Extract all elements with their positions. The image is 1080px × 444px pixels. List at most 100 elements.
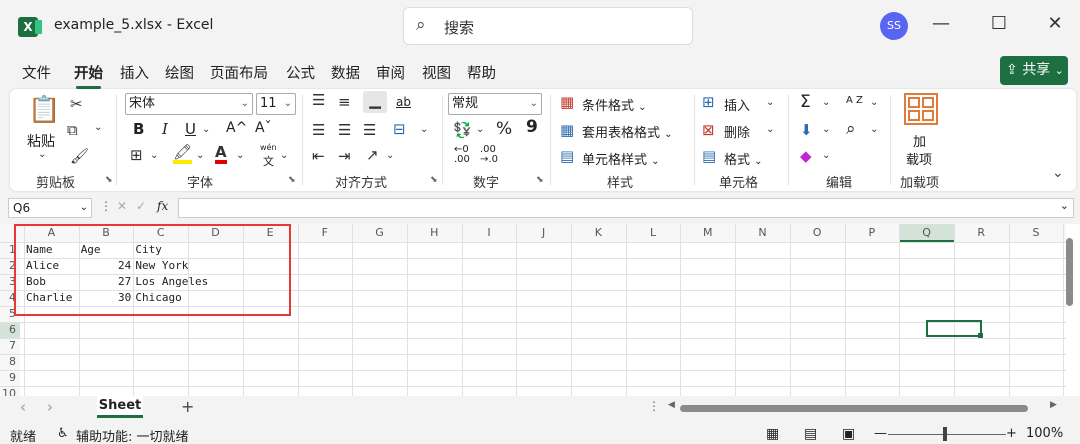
copy-dropdown-icon[interactable]: ⌄ xyxy=(94,122,102,133)
autosum-button[interactable]: Σ xyxy=(800,92,811,112)
format-cells-icon[interactable]: ▤ xyxy=(702,147,716,165)
sheet-tab[interactable]: Sheet xyxy=(97,396,143,418)
addins-button-line1[interactable]: 加 xyxy=(913,131,926,150)
align-left-icon[interactable]: ☰ xyxy=(312,121,325,139)
column-header-g[interactable]: G xyxy=(370,226,390,239)
increase-indent-icon[interactable]: ⇥ xyxy=(338,147,351,165)
cell-styles-icon[interactable]: ▤ xyxy=(560,147,574,165)
tab-formulas[interactable]: 公式 xyxy=(286,62,315,83)
underline-button[interactable]: U xyxy=(185,120,196,138)
paste-button[interactable]: 粘贴 xyxy=(27,131,55,151)
tab-data[interactable]: 数据 xyxy=(331,62,360,83)
copy-icon[interactable]: ⧉ xyxy=(67,121,78,139)
formula-input[interactable]: ⌄ xyxy=(178,198,1074,218)
border-icon[interactable]: ⊞ xyxy=(130,146,143,164)
tab-page-layout[interactable]: 页面布局 xyxy=(210,62,268,83)
orientation-icon[interactable]: ↗ xyxy=(366,146,379,164)
align-bottom-icon[interactable]: ▁ xyxy=(363,91,387,113)
delete-dropdown-icon[interactable]: ⌄ xyxy=(766,124,774,135)
normal-view-icon[interactable]: ▦ xyxy=(766,426,779,442)
row-header-10[interactable]: 10 xyxy=(2,387,16,396)
insert-cells-button[interactable]: 插入 xyxy=(724,95,750,114)
close-button[interactable]: ✕ xyxy=(1040,13,1070,34)
cancel-icon[interactable]: ✕ xyxy=(117,199,127,213)
wrap-text-button[interactable]: ab xyxy=(396,95,411,109)
fill-color-icon[interactable]: 🖍 xyxy=(173,145,193,164)
tab-view[interactable]: 视图 xyxy=(422,62,451,83)
chevron-down-icon[interactable]: ⌄ xyxy=(1052,165,1064,181)
align-top-icon[interactable]: ☰ xyxy=(312,91,325,109)
cut-icon[interactable]: ✂ xyxy=(70,95,83,113)
format-as-table-button[interactable]: 套用表格格式 ⌄ xyxy=(582,122,673,141)
accessibility-status[interactable]: 辅助功能: 一切就绪 xyxy=(76,426,189,444)
column-header-j[interactable]: J xyxy=(534,226,554,239)
bold-button[interactable]: B xyxy=(133,120,144,138)
horizontal-scroll-thumb[interactable] xyxy=(680,405,1028,412)
column-header-f[interactable]: F xyxy=(315,226,335,239)
merge-center-icon[interactable]: ⊟ xyxy=(393,120,406,138)
clear-icon[interactable]: ◆ xyxy=(800,147,812,165)
more-icon[interactable]: ⋮ xyxy=(648,399,660,413)
merge-dropdown-icon[interactable]: ⌄ xyxy=(420,124,428,135)
column-header-p[interactable]: P xyxy=(862,226,882,239)
find-select-button[interactable]: ⌕ xyxy=(846,119,856,139)
border-dropdown-icon[interactable]: ⌄ xyxy=(150,150,158,161)
row-header-8[interactable]: 8 xyxy=(2,355,16,368)
decrease-decimal-button[interactable]: .00 →.0 xyxy=(480,145,498,165)
currency-dropdown-icon[interactable]: ⌄ xyxy=(476,124,484,135)
insert-function-button[interactable]: fx xyxy=(157,199,168,213)
decrease-indent-icon[interactable]: ⇤ xyxy=(312,147,325,165)
addins-icon[interactable] xyxy=(904,93,938,125)
decrease-font-button[interactable]: Aˇ xyxy=(255,120,272,136)
column-header-k[interactable]: K xyxy=(588,226,608,239)
enter-icon[interactable]: ✓ xyxy=(136,199,146,213)
fill-icon[interactable]: ⬇ xyxy=(800,121,813,139)
conditional-format-icon[interactable]: ▦ xyxy=(560,93,574,111)
increase-font-button[interactable]: A^ xyxy=(226,120,247,136)
column-header-l[interactable]: L xyxy=(643,226,663,239)
insert-dropdown-icon[interactable]: ⌄ xyxy=(766,97,774,108)
number-format-select[interactable]: 常规 ⌄ xyxy=(448,93,542,115)
sheet-prev-button[interactable]: ‹ xyxy=(20,398,26,416)
format-as-table-icon[interactable]: ▦ xyxy=(560,121,574,139)
align-middle-icon[interactable]: ≡ xyxy=(338,93,351,111)
accessibility-icon[interactable]: ♿ xyxy=(57,426,69,441)
format-painter-icon[interactable]: 🖌 xyxy=(70,147,89,165)
maximize-button[interactable]: ☐ xyxy=(984,13,1014,34)
underline-dropdown-icon[interactable]: ⌄ xyxy=(202,124,210,135)
tab-review[interactable]: 审阅 xyxy=(376,62,405,83)
column-header-s[interactable]: S xyxy=(1026,226,1046,239)
zoom-slider[interactable] xyxy=(888,434,1006,435)
share-button[interactable]: ⇪ 共享 ⌄ xyxy=(1000,56,1068,85)
zoom-in-button[interactable]: + xyxy=(1006,426,1017,441)
minimize-button[interactable]: — xyxy=(926,13,956,34)
scroll-left-icon[interactable]: ◀ xyxy=(668,400,675,410)
page-layout-view-icon[interactable]: ▤ xyxy=(804,426,817,442)
column-header-o[interactable]: O xyxy=(807,226,827,239)
column-header-r[interactable]: R xyxy=(971,226,991,239)
font-size-select[interactable]: 11 ⌄ xyxy=(256,93,296,115)
fill-dropdown-icon[interactable]: ⌄ xyxy=(822,124,830,135)
column-header-q[interactable]: Q xyxy=(917,226,937,239)
orientation-dropdown-icon[interactable]: ⌄ xyxy=(386,150,394,161)
alignment-launcher-icon[interactable]: ⬊ xyxy=(430,175,438,185)
clipboard-launcher-icon[interactable]: ⬊ xyxy=(105,175,113,185)
column-header-m[interactable]: M xyxy=(698,226,718,239)
cell-styles-button[interactable]: 单元格样式 ⌄ xyxy=(582,149,660,168)
vertical-scrollbar[interactable] xyxy=(1066,234,1073,394)
align-right-icon[interactable]: ☰ xyxy=(363,121,376,139)
row-header-9[interactable]: 9 xyxy=(2,371,16,384)
format-cells-button[interactable]: 格式 ⌄ xyxy=(724,149,763,168)
paste-icon[interactable]: 📋 xyxy=(28,95,60,125)
row-header-7[interactable]: 7 xyxy=(2,339,16,352)
italic-button[interactable]: I xyxy=(162,120,168,138)
conditional-format-button[interactable]: 条件格式 ⌄ xyxy=(582,95,647,114)
vertical-scroll-thumb[interactable] xyxy=(1066,238,1073,306)
delete-cells-icon[interactable]: ⊠ xyxy=(702,121,715,139)
page-break-view-icon[interactable]: ▣ xyxy=(842,426,855,442)
zoom-out-button[interactable]: — xyxy=(874,426,887,441)
name-box[interactable]: Q6 ⌄ xyxy=(8,198,92,218)
tab-draw[interactable]: 绘图 xyxy=(165,62,194,83)
worksheet-grid[interactable]: A B C D E F G H I J K L M N O P Q R S 1 2 3 4 5 6 7 8 9 10 Name Age Ci… xyxy=(0,224,1080,396)
comma-style-button[interactable]: 9 xyxy=(526,117,538,137)
